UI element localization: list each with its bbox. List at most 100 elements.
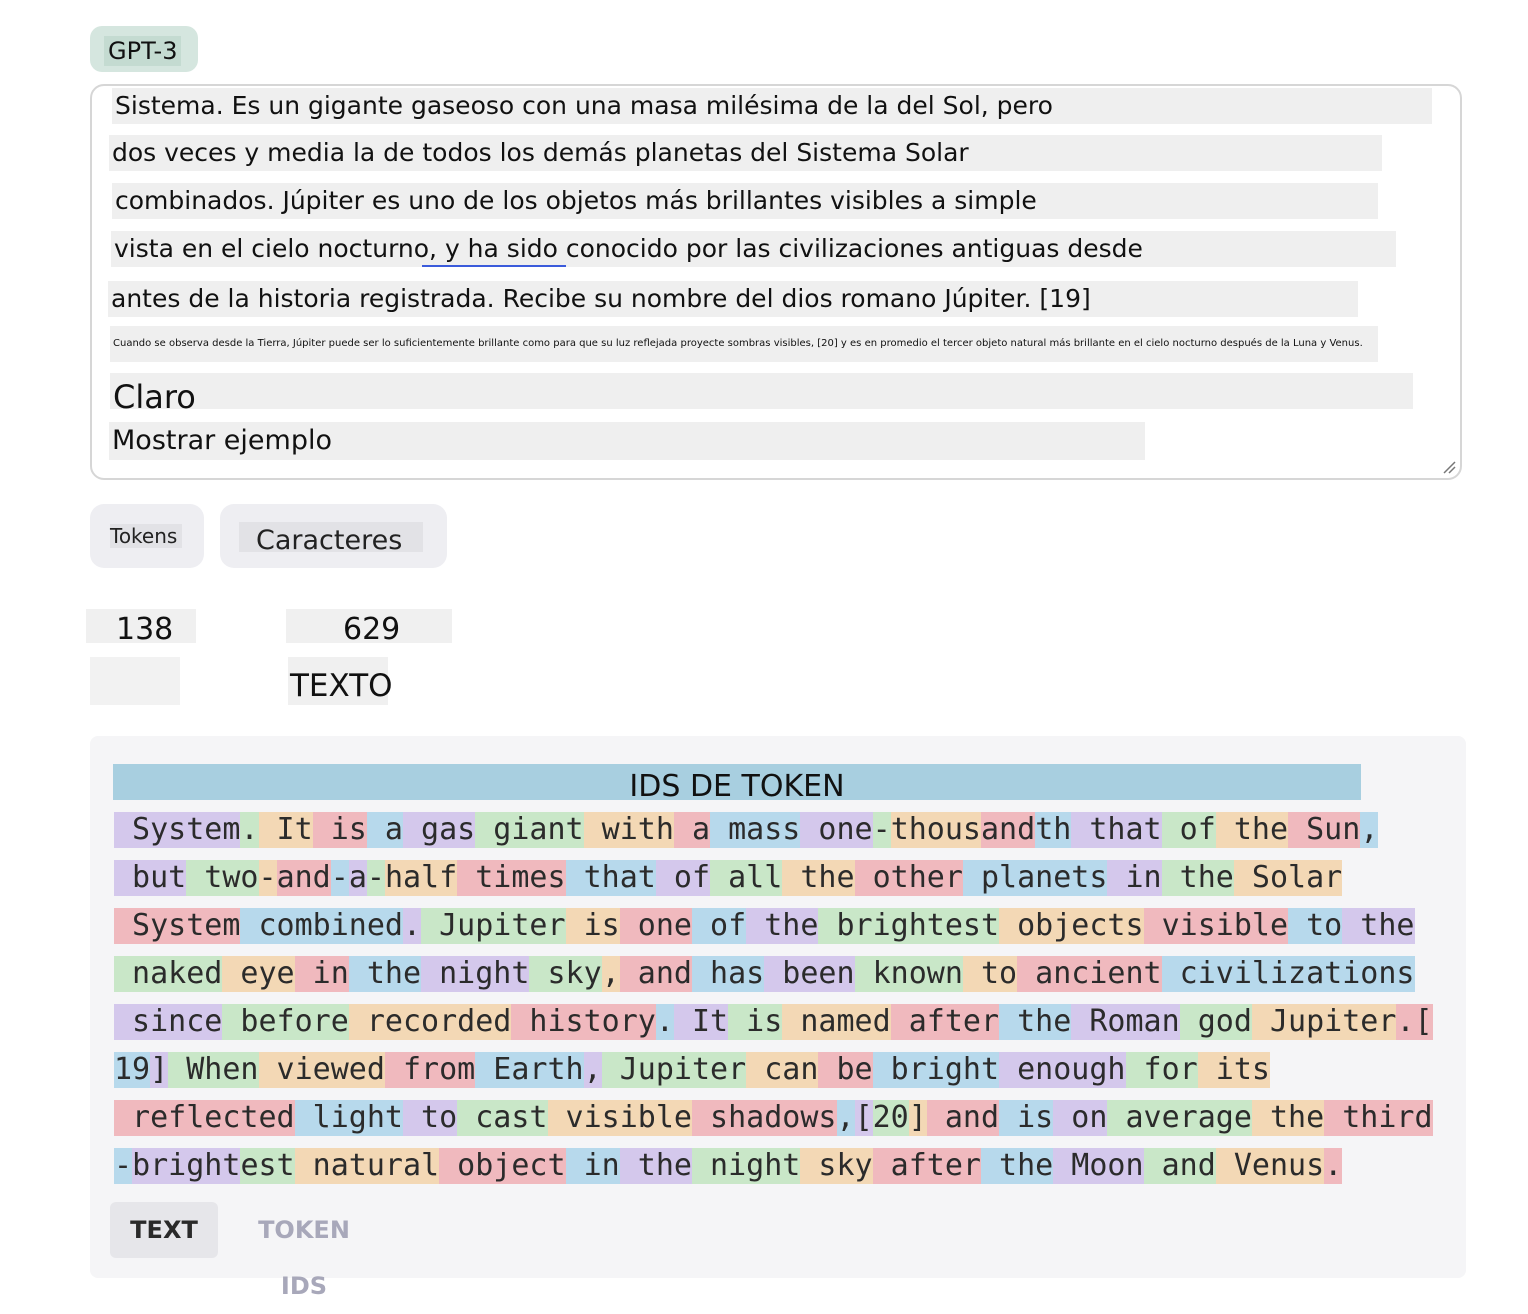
token-line: -brightest natural object in the night s…: [114, 1148, 1343, 1184]
token-chip: cast: [457, 1100, 548, 1136]
text-input-area[interactable]: Sistema. Es un gigante gaseoso con una m…: [90, 84, 1462, 480]
token-chip: after: [872, 1148, 981, 1184]
token-chip: the: [1251, 1100, 1325, 1136]
token-chip: in: [565, 1148, 620, 1184]
characters-toggle-button[interactable]: Caracteres: [220, 504, 447, 568]
token-chip: object: [439, 1148, 566, 1184]
token-chip: in: [1107, 860, 1162, 896]
text-label: TEXTO: [288, 657, 393, 705]
token-chip: the: [1342, 908, 1415, 944]
token-line: System combined. Jupiter is one of the b…: [114, 908, 1415, 944]
token-chip: .: [1324, 1148, 1343, 1184]
token-chip: bright: [132, 1148, 241, 1184]
token-chip: that: [565, 860, 656, 896]
token-chip: for: [1125, 1052, 1198, 1088]
token-line: but two-and-a-half times that of all the…: [114, 860, 1343, 896]
token-line: naked eye in the night sky, and has been…: [114, 956, 1415, 992]
token-chip: .[: [1396, 1004, 1433, 1040]
clear-button[interactable]: Claro: [110, 373, 1413, 416]
token-line: since before recorded history. It is nam…: [114, 1004, 1433, 1040]
model-selector[interactable]: GPT-3: [90, 26, 198, 72]
token-chip: is: [565, 908, 620, 944]
token-chip: reflected: [114, 1100, 295, 1136]
token-chip: all: [710, 860, 783, 896]
token-chip: is: [999, 1100, 1054, 1136]
token-chip: 20: [872, 1100, 909, 1136]
token-chip: the: [782, 860, 855, 896]
token-chip: ]: [150, 1052, 169, 1088]
token-chip: since: [114, 1004, 223, 1040]
token-chip: its: [1197, 1052, 1270, 1088]
token-chip: ancient: [1017, 956, 1162, 992]
token-chip: ,: [836, 1100, 855, 1136]
token-chip: Jupiter: [1251, 1004, 1397, 1040]
token-count: 138: [86, 609, 196, 647]
spellcheck-underline: [422, 265, 566, 267]
token-chip: and: [1143, 1148, 1216, 1184]
token-chip: of: [692, 908, 747, 944]
token-chip: -: [114, 1148, 133, 1184]
token-chip: named: [782, 1004, 891, 1040]
token-chip: combined: [240, 908, 403, 944]
token-chip: gas: [403, 812, 476, 848]
token-chip: been: [764, 956, 855, 992]
token-chip: third: [1324, 1100, 1433, 1136]
token-chip: sky: [529, 956, 602, 992]
tab-text[interactable]: TEXT: [110, 1202, 218, 1258]
token-chip: -: [366, 860, 385, 896]
token-chip: night: [421, 956, 530, 992]
token-chip: .: [240, 812, 259, 848]
token-chip: bright: [872, 1052, 1000, 1088]
token-chip: viewed: [258, 1052, 385, 1088]
token-chip: light: [294, 1100, 403, 1136]
token-chip: Jupiter: [601, 1052, 747, 1088]
token-chip: ,: [583, 1052, 602, 1088]
token-chip: shadows: [692, 1100, 837, 1136]
token-chip: recorded: [348, 1004, 512, 1040]
token-chip: When: [168, 1052, 259, 1088]
token-chip: It: [673, 1004, 729, 1040]
token-chip: the: [981, 1148, 1054, 1184]
token-chip: to: [962, 956, 1018, 992]
token-chip: Venus: [1215, 1148, 1325, 1184]
token-chip: in: [294, 956, 349, 992]
resize-handle-icon[interactable]: [1442, 460, 1456, 474]
token-chip: -: [872, 812, 891, 848]
token-chip: with: [583, 812, 674, 848]
token-chip: Earth: [475, 1052, 584, 1088]
token-chip: and: [619, 956, 692, 992]
token-chip: mass: [710, 812, 801, 848]
token-chip: objects: [999, 908, 1144, 944]
token-chip: planets: [962, 860, 1108, 896]
editor-line: vista en el cielo nocturno, y ha sido co…: [111, 231, 1396, 267]
token-chip: Moon: [1053, 1148, 1144, 1184]
model-label: GPT-3: [104, 36, 182, 66]
token-chip: times: [457, 860, 566, 896]
token-chip: -: [258, 860, 277, 896]
token-chip: one: [619, 908, 692, 944]
token-chip: Solar: [1233, 860, 1343, 896]
token-chip: the: [1161, 860, 1234, 896]
token-chip: to: [403, 1100, 458, 1136]
token-chip: can: [746, 1052, 819, 1088]
token-chip: the: [1215, 812, 1289, 848]
token-chip: Jupiter: [421, 908, 566, 944]
token-chip: [: [854, 1100, 873, 1136]
blank-cell: [90, 657, 180, 705]
token-chip: a: [366, 812, 403, 848]
tokens-toggle-button[interactable]: Tokens: [90, 504, 204, 568]
token-chip: that: [1071, 812, 1162, 848]
token-chip: from: [384, 1052, 476, 1088]
token-chip: has: [692, 956, 765, 992]
token-line: System. It is a gas giant with a mass on…: [114, 812, 1379, 848]
tab-token-ids[interactable]: TOKEN IDS: [234, 1202, 374, 1300]
token-chip: Sun: [1288, 812, 1361, 848]
token-chip: ,: [601, 956, 620, 992]
token-chip: night: [692, 1148, 801, 1184]
token-chip: brightest: [818, 908, 1000, 944]
token-chip: half: [384, 860, 458, 896]
show-example-button[interactable]: Mostrar ejemplo: [109, 422, 1145, 460]
token-chip: and: [981, 812, 1036, 848]
token-chip: is: [728, 1004, 783, 1040]
token-chip: one: [800, 812, 873, 848]
